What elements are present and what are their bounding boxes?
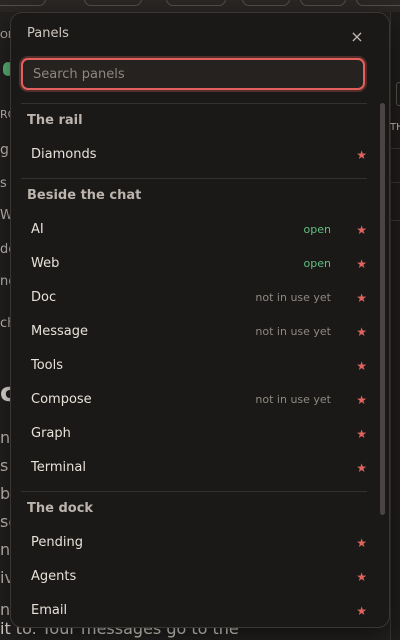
favorite-star-icon[interactable]: ★: [356, 315, 367, 349]
background-pill: [300, 0, 346, 6]
panels-popover: Panels × The rail Diamonds ★ Beside the cha…: [10, 12, 390, 628]
favorite-star-icon[interactable]: ★: [356, 560, 367, 594]
background-divider: [390, 148, 400, 149]
favorite-star-icon[interactable]: ★: [356, 383, 367, 417]
panel-item-message[interactable]: Message not in use yet ★: [11, 315, 377, 349]
panel-item-web[interactable]: Web open ★: [11, 247, 377, 281]
favorite-star-icon[interactable]: ★: [356, 526, 367, 560]
background-pill: [356, 0, 400, 6]
panel-item-label: Compose: [31, 392, 92, 407]
panel-item-label: Message: [31, 324, 88, 339]
background-pill: [242, 0, 290, 6]
section-title: The dock: [27, 501, 94, 516]
panel-item-label: Diamonds: [31, 147, 97, 162]
favorite-star-icon[interactable]: ★: [356, 247, 367, 281]
favorite-star-icon[interactable]: ★: [356, 417, 367, 451]
panel-item-label: Doc: [31, 290, 57, 305]
panel-item-label: AI: [31, 222, 44, 237]
panels-title: Panels: [27, 26, 69, 41]
close-button[interactable]: ×: [347, 27, 367, 47]
background-divider: [390, 182, 400, 183]
background-divider: [390, 220, 400, 221]
panel-item-label: Pending: [31, 535, 83, 550]
background-fragment: s: [0, 176, 7, 191]
background-label: TH: [390, 122, 400, 133]
panel-item-agents[interactable]: Agents ★: [11, 560, 377, 594]
panel-item-graph[interactable]: Graph ★: [11, 417, 377, 451]
background-fragment: g: [0, 142, 9, 158]
background-button: [396, 82, 400, 106]
panel-item-diamonds[interactable]: Diamonds ★: [11, 138, 377, 172]
background-line: b: [0, 484, 11, 503]
background-pill: [0, 0, 46, 6]
close-icon: ×: [350, 27, 364, 46]
panel-item-tools[interactable]: Tools ★: [11, 349, 377, 383]
panel-item-label: Email: [31, 603, 68, 618]
panel-item-status: open: [303, 257, 331, 270]
panels-list[interactable]: The rail Diamonds ★ Beside the chat AI open ★ W…: [11, 103, 377, 627]
search-field: [21, 58, 365, 90]
panel-item-status: not in use yet: [255, 291, 331, 304]
section-title: The rail: [27, 113, 83, 128]
panel-item-label: Agents: [31, 569, 77, 584]
favorite-star-icon[interactable]: ★: [356, 451, 367, 485]
panel-item-pending[interactable]: Pending ★: [11, 526, 377, 560]
favorite-star-icon[interactable]: ★: [356, 349, 367, 383]
panel-item-ai[interactable]: AI open ★: [11, 213, 377, 247]
panel-item-email[interactable]: Email ★: [11, 594, 377, 627]
background-pill: [84, 0, 142, 6]
panel-item-label: Web: [31, 256, 60, 271]
panel-item-label: Graph: [31, 426, 71, 441]
panel-item-status: not in use yet: [255, 393, 331, 406]
panel-item-compose[interactable]: Compose not in use yet ★: [11, 383, 377, 417]
panels-header: Panels ×: [11, 13, 389, 57]
background-side-panel: [390, 12, 400, 640]
panel-item-status: open: [303, 223, 331, 236]
panel-item-terminal[interactable]: Terminal ★: [11, 451, 377, 485]
panel-item-label: Tools: [31, 358, 64, 373]
panel-item-label: Terminal: [31, 460, 86, 475]
background-line: s: [0, 456, 9, 475]
section-title: Beside the chat: [27, 188, 142, 203]
favorite-star-icon[interactable]: ★: [356, 594, 367, 627]
favorite-star-icon[interactable]: ★: [356, 213, 367, 247]
favorite-star-icon[interactable]: ★: [356, 281, 367, 315]
favorite-star-icon[interactable]: ★: [356, 138, 367, 172]
panel-item-doc[interactable]: Doc not in use yet ★: [11, 281, 377, 315]
search-input[interactable]: [23, 60, 363, 88]
background-pill: [166, 0, 226, 6]
panel-item-status: not in use yet: [255, 325, 331, 338]
panels-scrollbar[interactable]: [380, 103, 385, 515]
